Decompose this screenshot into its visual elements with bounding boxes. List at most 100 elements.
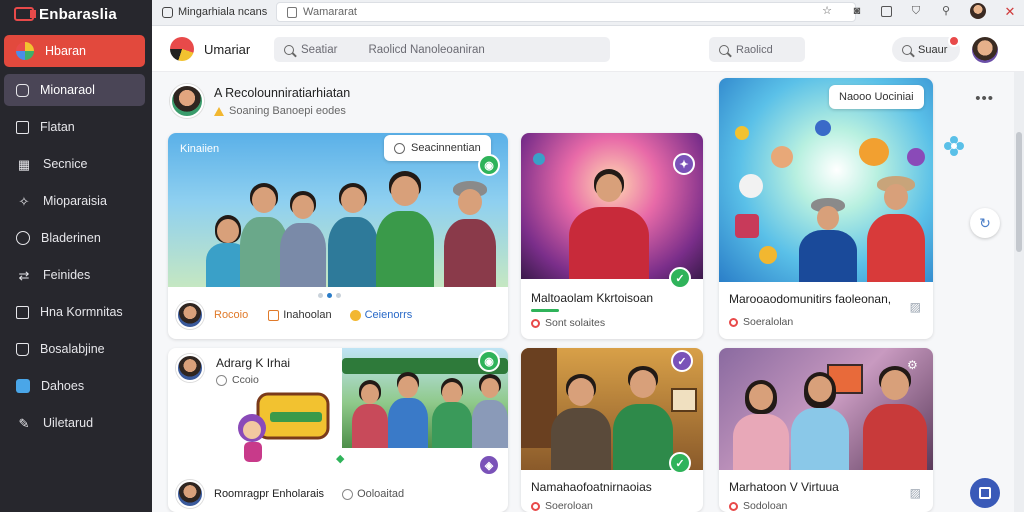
shield-badge-icon[interactable]: ✓ — [671, 350, 693, 372]
sidebar-item-dahoes[interactable]: Dahoes — [4, 370, 145, 402]
post-title[interactable]: Maltoaolam Kkrtoisoan — [531, 291, 653, 305]
check-badge-icon[interactable]: ✓ — [669, 452, 691, 474]
sidebar-item-hna-kormnitas[interactable]: Hna Kormnitas — [4, 296, 145, 328]
post-subtitle-text: Sodoloan — [743, 500, 788, 512]
avatar[interactable] — [176, 354, 204, 382]
search-icon — [284, 44, 294, 55]
post-card[interactable]: Naooo Uociniai Marooaodomunitirs faoleon… — [719, 78, 933, 339]
search-hint: Raolicd Nanoleoaniran — [368, 43, 485, 56]
post-title[interactable]: Adrarg K Irhai — [216, 356, 290, 370]
browser-tab[interactable]: Mingarhiala ncans — [162, 2, 274, 22]
flower-icon[interactable] — [944, 136, 964, 156]
refresh-icon[interactable]: ↻ — [970, 208, 1000, 238]
emoji-icon — [815, 120, 831, 136]
document-icon — [16, 305, 29, 319]
photo-tag[interactable]: Naooo Uociniai — [829, 85, 924, 109]
search-icon — [902, 44, 912, 55]
sidebar-item-flatan[interactable]: Flatan — [4, 111, 145, 143]
browser-toolbar: Mingarhiala ncans Wamararat ☆ ◙ ⛉ ⚲ ✕ — [152, 0, 1024, 26]
sidebar-item-label: Bosalabjine — [40, 342, 105, 356]
post-card[interactable]: ⚙ Marhatoon V Virtuua Sodoloan ▨ — [719, 348, 933, 512]
notification-badge[interactable] — [948, 35, 960, 47]
app-logo-icon[interactable] — [170, 37, 194, 61]
search-button-label: Suaur — [918, 43, 948, 56]
author-name[interactable]: Rocoio — [214, 309, 248, 321]
post-title[interactable]: Marhatoon V Virtuua — [729, 480, 839, 494]
window-icon[interactable] — [881, 5, 892, 17]
sidebar-item-mionaraol[interactable]: Mionaraol — [4, 74, 145, 106]
close-icon[interactable]: ✕ — [1004, 5, 1016, 18]
person-figure — [733, 380, 789, 470]
sidebar-item-label: Dahoes — [41, 379, 85, 393]
post-meta-label: Ceienorrs — [364, 309, 413, 321]
browser-profile-avatar[interactable] — [970, 3, 986, 19]
color-wheel-icon — [16, 42, 34, 60]
person-figure — [472, 374, 508, 448]
post-title[interactable]: Namahaofoatnirnaoias — [531, 480, 652, 494]
sidebar-item-mioparaisia[interactable]: ✧ Mioparaisia — [4, 185, 145, 217]
person-figure — [444, 181, 496, 287]
image-icon[interactable]: ▨ — [910, 300, 921, 314]
avatar[interactable] — [170, 84, 204, 118]
feed-subtitle-text: Soaning Banoepi eodes — [229, 105, 346, 117]
emoji-icon — [759, 246, 777, 264]
sidebar-item-label: Flatan — [40, 120, 75, 134]
sidebar-item-label: Mioparaisia — [43, 194, 107, 208]
record-icon — [531, 318, 540, 328]
feed-title: A Recolounniratiarhiatan — [214, 86, 351, 100]
compose-button[interactable] — [970, 478, 1000, 508]
avatar[interactable] — [176, 480, 204, 508]
shield-badge-icon[interactable]: ◈ — [478, 454, 500, 476]
carousel-dots[interactable] — [318, 293, 341, 298]
address-bar[interactable]: Wamararat — [276, 2, 856, 22]
settings-icon[interactable]: ⚙ — [907, 358, 918, 372]
circle-icon — [342, 488, 354, 500]
avatar[interactable] — [972, 37, 998, 63]
post-subtitle: Ccoio — [216, 374, 259, 386]
check-badge-icon[interactable]: ◉ — [478, 350, 500, 372]
sidebar: Enbaraslia Hbaran Mionaraol Flatan ▦ Sec… — [0, 0, 152, 512]
person-figure — [280, 191, 326, 287]
search-input[interactable]: Seatiar Raolicd Nanoleoaniran — [274, 37, 610, 62]
check-badge-icon[interactable]: ✓ — [669, 267, 691, 289]
sidebar-item-label: Hna Kormnitas — [40, 305, 123, 319]
address-text: Wamararat — [303, 6, 357, 18]
secondary-search-input[interactable]: Raolicd — [709, 37, 805, 62]
emoji-icon — [735, 126, 749, 140]
sidebar-item-feinides[interactable]: ⇄ Feinides — [4, 259, 145, 291]
sidebar-item-hbaran[interactable]: Hbaran — [4, 35, 145, 67]
check-badge-icon[interactable]: ◉ — [478, 154, 500, 176]
sidebar-item-bosalabjine[interactable]: Bosalabjine — [4, 333, 145, 365]
post-card[interactable]: Adrarg K Irhai Ccoio ◉ ◈ ◆ Roomragpr Enh… — [168, 348, 508, 512]
post-subtitle: Sodoloan — [729, 500, 787, 512]
brand[interactable]: Enbaraslia — [0, 0, 152, 28]
post-photo: ⚙ — [719, 348, 933, 470]
photo-tag[interactable]: Seacinnentian — [384, 135, 491, 161]
avatar[interactable] — [176, 301, 204, 329]
person-figure — [863, 366, 927, 470]
more-options-icon[interactable]: ••• — [975, 90, 994, 107]
sidebar-item-label: Secnice — [43, 157, 88, 171]
star-icon[interactable]: ☆ — [821, 5, 833, 17]
sticker-image — [230, 390, 334, 466]
post-meta: Ooloaitad — [342, 488, 404, 500]
post-card[interactable]: ✦ ✓ Maltoaolam Kkrtoisoan Sont solaites — [521, 133, 703, 339]
app-logo-icon — [14, 7, 36, 21]
person-figure — [376, 171, 434, 287]
sidebar-item-bladerinen[interactable]: Bladerinen — [4, 222, 145, 254]
shield-badge-icon[interactable]: ✦ — [673, 153, 695, 175]
post-card[interactable]: Kinaiien Seacinnentian ◉ Rocoio Inahoola… — [168, 133, 508, 339]
browser-actions: ☆ ◙ ⛉ ⚲ ✕ — [821, 3, 1016, 19]
image-icon[interactable]: ▨ — [910, 486, 921, 500]
pin-icon[interactable]: ⚲ — [940, 5, 952, 17]
shield-icon[interactable]: ⛉ — [910, 5, 922, 17]
sidebar-item-uiletarud[interactable]: ✎ Uiletarud — [4, 407, 145, 439]
post-card[interactable]: ✓ ✓ Namahaofoatnirnaoias Soeroloan — [521, 348, 703, 512]
person-figure — [432, 378, 472, 448]
camera-icon[interactable]: ◙ — [851, 5, 863, 17]
scrollbar[interactable] — [1014, 72, 1024, 512]
scrollbar-thumb[interactable] — [1016, 132, 1022, 252]
post-title[interactable]: Marooaodomunitirs faoleonan, — [729, 292, 891, 306]
sidebar-item-secnice[interactable]: ▦ Secnice — [4, 148, 145, 180]
author-name[interactable]: Roomragpr Enholarais — [214, 488, 324, 500]
